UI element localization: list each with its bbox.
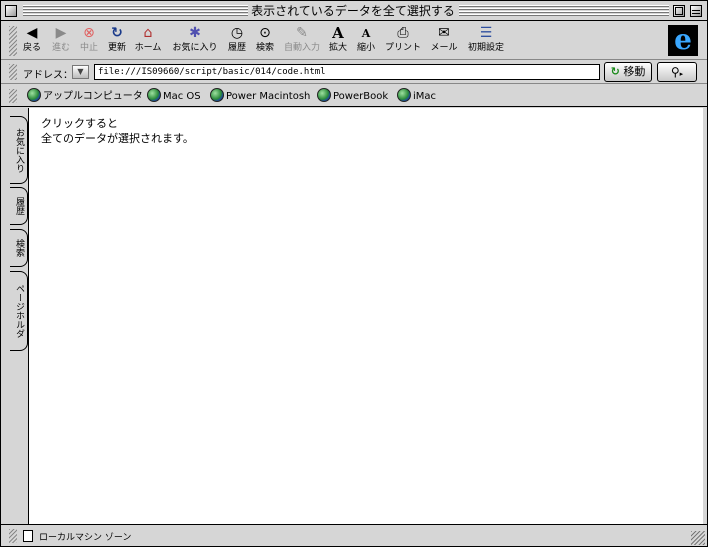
local-zone-icon — [23, 530, 33, 542]
preferences-label: 初期設定 — [467, 43, 504, 53]
search-icon: ⊙ — [259, 25, 271, 41]
resize-grip[interactable] — [691, 531, 705, 545]
refresh-icon: ↻ — [111, 25, 123, 41]
forward-label: 進む — [51, 43, 70, 53]
address-grip[interactable] — [9, 64, 17, 80]
address-label: アドレス： — [23, 70, 73, 81]
globe-icon — [210, 88, 224, 102]
preferences-button[interactable]: ☰ 初期設定 — [465, 25, 507, 57]
address-history-dropdown[interactable]: ▼ — [72, 65, 89, 79]
back-button[interactable]: ◀ 戻る — [21, 25, 43, 57]
title-bar[interactable]: 表示されているデータを全て選択する — [1, 1, 707, 21]
status-bar: ローカルマシン ゾーン — [1, 524, 707, 546]
printer-icon: ⎙ — [397, 25, 409, 41]
toolbar-grip[interactable] — [9, 26, 17, 56]
refresh-button[interactable]: ↻ 更新 — [105, 25, 129, 57]
favorites-button[interactable]: ✱ お気に入り — [171, 25, 219, 57]
stop-icon: ⊗ — [83, 25, 95, 41]
window-title: 表示されているデータを全て選択する — [249, 4, 457, 18]
search-label: 検索 — [255, 43, 274, 53]
address-input[interactable]: file:///IS09660/script/basic/014/code.ht… — [94, 64, 600, 80]
status-text: ローカルマシン ゾーン — [39, 533, 132, 543]
back-label: 戻る — [22, 43, 41, 53]
favorite-label: アップルコンピュータ — [43, 91, 143, 102]
search-button[interactable]: ⊙ 検索 — [253, 25, 277, 57]
toolbar: ◀ 戻る ▶ 進む ⊗ 中止 ↻ 更新 ⌂ ホーム ✱ お気に入り ◷ 履歴 ⊙ — [1, 22, 707, 60]
smaller-text-button[interactable]: A 縮小 — [355, 25, 377, 57]
tab-history[interactable]: 履歴 — [10, 187, 28, 225]
zoom-box[interactable] — [673, 5, 685, 17]
favorite-label: Mac OS — [163, 91, 201, 102]
mail-label: メール — [430, 43, 458, 53]
content-text-line2: 全てのデータが選択されます。 — [41, 132, 194, 145]
address-bar: アドレス： ▼ file:///IS09660/script/basic/014… — [1, 60, 707, 84]
stop-button[interactable]: ⊗ 中止 — [77, 25, 101, 57]
close-box[interactable] — [5, 5, 17, 17]
content-text-line1: クリックすると — [41, 117, 118, 130]
favorites-bar: アップルコンピュータ Mac OS Power Macintosh PowerB… — [1, 85, 707, 107]
history-button[interactable]: ◷ 履歴 — [226, 25, 248, 57]
go-arrow-icon: ↻ — [610, 65, 620, 78]
home-button[interactable]: ⌂ ホーム — [133, 25, 163, 57]
forward-icon: ▶ — [55, 25, 67, 41]
favorite-label: PowerBook — [333, 91, 389, 102]
refresh-label: 更新 — [107, 43, 126, 53]
globe-icon — [147, 88, 161, 102]
print-button[interactable]: ⎙ プリント — [383, 25, 423, 57]
go-button[interactable]: ↻ 移動 — [604, 62, 652, 82]
text-smaller-icon: A — [361, 27, 371, 40]
favorite-label: iMac — [413, 91, 437, 102]
favorites-icon: ✱ — [189, 25, 201, 41]
preferences-icon: ☰ — [479, 25, 493, 41]
go-label: 移動 — [623, 65, 646, 78]
chevron-down-icon: ▼ — [77, 67, 84, 76]
favorite-link[interactable]: PowerBook — [317, 88, 388, 104]
forward-button[interactable]: ▶ 進む — [49, 25, 73, 57]
browser-window: 表示されているデータを全て選択する ◀ 戻る ▶ 進む ⊗ 中止 ↻ 更新 ⌂ … — [0, 0, 708, 547]
autofill-button[interactable]: ✎ 自動入力 — [282, 25, 322, 57]
mail-button[interactable]: ✉ メール — [429, 25, 459, 57]
magnifier-icon: ⚲ — [670, 65, 680, 79]
favorite-label: Power Macintosh — [226, 91, 311, 102]
globe-icon — [397, 88, 411, 102]
back-icon: ◀ — [26, 25, 38, 41]
search-menu-button[interactable]: ⚲▸ — [657, 62, 697, 82]
tab-search[interactable]: 検索 — [10, 229, 28, 267]
print-label: プリント — [384, 43, 421, 53]
home-icon: ⌂ — [143, 25, 153, 41]
title-stripes-left — [23, 5, 248, 16]
autofill-icon: ✎ — [296, 25, 308, 41]
globe-icon — [317, 88, 331, 102]
status-grip[interactable] — [9, 529, 17, 543]
autofill-label: 自動入力 — [283, 43, 320, 53]
tab-page-holder[interactable]: ページホルダ — [10, 271, 28, 351]
favorite-link[interactable]: アップルコンピュータ — [27, 88, 143, 104]
history-icon: ◷ — [230, 25, 244, 41]
larger-text-button[interactable]: A 拡大 — [327, 25, 349, 57]
ie-logo[interactable]: e — [668, 25, 698, 56]
mail-icon: ✉ — [438, 25, 450, 41]
favorite-link[interactable]: Mac OS — [147, 88, 201, 104]
smaller-text-label: 縮小 — [356, 43, 375, 53]
collapse-box[interactable] — [690, 5, 702, 17]
favorites-grip[interactable] — [9, 89, 17, 103]
text-larger-icon: A — [332, 24, 344, 42]
stop-label: 中止 — [79, 43, 98, 53]
favorite-link[interactable]: Power Macintosh — [210, 88, 310, 104]
tab-favorites[interactable]: お気に入り — [10, 116, 28, 184]
page-content[interactable]: クリックすると 全てのデータが選択されます。 — [28, 108, 703, 524]
title-stripes-right — [459, 5, 669, 16]
history-label: 履歴 — [227, 43, 246, 53]
larger-text-label: 拡大 — [328, 43, 347, 53]
favorites-label: お気に入り — [172, 43, 218, 53]
home-label: ホーム — [134, 43, 162, 53]
globe-icon — [27, 88, 41, 102]
favorite-link[interactable]: iMac — [397, 88, 436, 104]
